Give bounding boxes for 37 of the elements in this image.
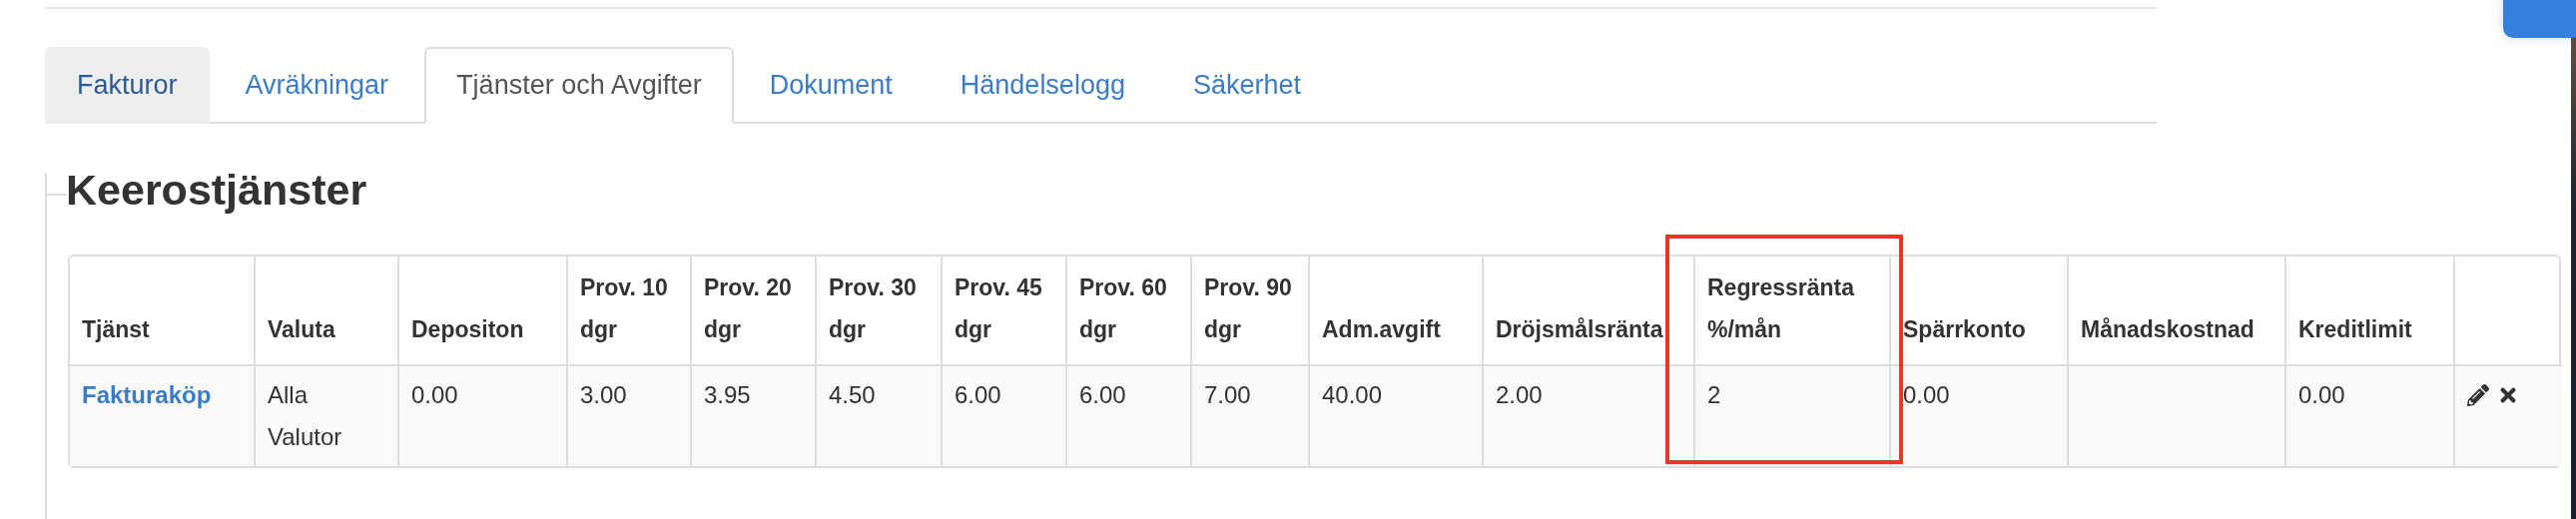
tab[interactable]: Säkerhet [1160, 47, 1333, 124]
column-header: Tjänst [82, 316, 150, 342]
edit-icon[interactable] [2467, 384, 2489, 406]
table-cell: 0.00 [411, 381, 458, 408]
tab[interactable]: Händelselogg [928, 47, 1157, 124]
column-header: Prov. 90 dgr [1204, 274, 1292, 342]
column-header: Prov. 30 dgr [829, 274, 917, 342]
column-header: Prov. 10 dgr [580, 274, 668, 342]
table-cell: 6.00 [1079, 381, 1126, 408]
table-cell: 3.95 [704, 381, 751, 408]
table-cell: 6.00 [955, 381, 1001, 408]
table-cell: 2 [1707, 381, 1721, 408]
column-header: Regressränta %/mån [1707, 274, 1855, 342]
column-header: Prov. 60 dgr [1079, 274, 1167, 342]
column-header: Valuta [268, 316, 335, 342]
column-header: Månadskostnad [2081, 316, 2254, 342]
table-cell: 3.00 [580, 381, 627, 408]
tab[interactable]: Tjänster och Avgifter [424, 47, 734, 124]
table-cell: 40.00 [1322, 381, 1383, 408]
column-header: Prov. 20 dgr [704, 274, 792, 342]
table-cell: 0.00 [2298, 381, 2345, 408]
tab[interactable]: Dokument [737, 47, 925, 124]
tab[interactable]: Fakturor [45, 47, 210, 124]
section-title: Keerostjänster [66, 166, 368, 215]
column-header: Kreditlimit [2298, 316, 2412, 342]
table-cell: 2.00 [1496, 381, 1543, 408]
column-header: Prov. 45 dgr [955, 274, 1042, 342]
service-link[interactable]: Fakturaköp [82, 381, 212, 408]
column-header: Adm.avgift [1322, 316, 1441, 342]
table-cell: 4.50 [829, 381, 876, 408]
column-header: Spärrkonto [1903, 316, 2026, 342]
table-cell: Alla Valutor [268, 381, 342, 450]
column-header: Depositon [411, 316, 524, 342]
column-header: Dröjsmålsränta [1496, 316, 1663, 342]
table-cell: 7.00 [1204, 381, 1251, 408]
table-cell: 0.00 [1903, 381, 1950, 408]
tab[interactable]: Avräkningar [213, 47, 421, 124]
